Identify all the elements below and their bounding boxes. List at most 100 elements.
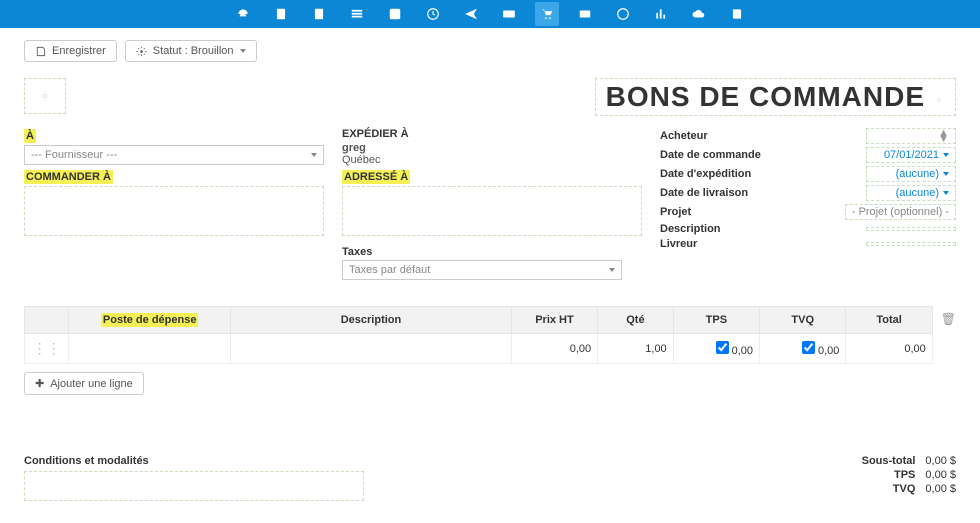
logo-placeholder[interactable] bbox=[24, 78, 66, 114]
conditions-box[interactable] bbox=[24, 471, 364, 501]
col-tvq: TVQ bbox=[760, 307, 846, 334]
meta-column: Acheteur ▲▼ Date de commande 07/01/2021 … bbox=[660, 128, 956, 284]
subtotal-label: Sous-total bbox=[862, 455, 916, 467]
project-label: Projet bbox=[660, 206, 839, 218]
tvq-checkbox[interactable] bbox=[802, 341, 815, 354]
top-navbar bbox=[0, 0, 980, 28]
cart-icon[interactable] bbox=[535, 2, 559, 26]
delete-row-button[interactable]: 🗑 bbox=[941, 312, 956, 326]
supplier-placeholder: --- Fournisseur --- bbox=[31, 149, 117, 161]
ship-to-label: EXPÉDIER À bbox=[342, 128, 642, 140]
taxes-label: Taxes bbox=[342, 246, 642, 258]
subtotal-value: 0,00 $ bbox=[925, 455, 956, 467]
drag-handle[interactable]: ⋮⋮ bbox=[25, 334, 69, 364]
expense-cell[interactable] bbox=[69, 334, 231, 364]
delivery-date-label: Date de livraison bbox=[660, 187, 860, 199]
col-qty: Qté bbox=[598, 307, 674, 334]
action-toolbar: Enregistrer Statut : Brouillon bbox=[24, 40, 956, 62]
document-title: BONS DE COMMANDE bbox=[595, 78, 956, 116]
ship-date-field[interactable]: (aucune) bbox=[866, 166, 956, 182]
chevron-down-icon bbox=[240, 49, 246, 53]
status-button[interactable]: Statut : Brouillon bbox=[125, 40, 257, 62]
gear-icon bbox=[136, 46, 147, 57]
gear-icon bbox=[38, 89, 52, 103]
ship-name: greg bbox=[342, 142, 642, 154]
tps-checkbox[interactable] bbox=[716, 341, 729, 354]
taxes-value: Taxes par défaut bbox=[349, 264, 430, 276]
buyer-label: Acheteur bbox=[660, 130, 860, 142]
conditions-section: Conditions et modalités bbox=[24, 455, 364, 501]
total-cell: 0,00 bbox=[846, 334, 932, 364]
description-field[interactable] bbox=[866, 227, 956, 231]
tvq-label: TVQ bbox=[893, 483, 916, 495]
tps-value: 0,00 $ bbox=[925, 469, 956, 481]
order-to-box[interactable] bbox=[24, 186, 324, 236]
save-label: Enregistrer bbox=[52, 45, 106, 57]
shipping-column: EXPÉDIER À greg Québec ADRESSÉ À Taxes T… bbox=[342, 128, 642, 284]
status-label: Statut : Brouillon bbox=[153, 45, 234, 57]
document-header: BONS DE COMMANDE bbox=[24, 78, 956, 116]
plus-icon: ✚ bbox=[35, 377, 44, 390]
supplier-column: À --- Fournisseur --- COMMANDER À bbox=[24, 128, 324, 284]
tvq-value: 0,00 $ bbox=[925, 483, 956, 495]
card-icon[interactable] bbox=[573, 2, 597, 26]
totals-section: Sous-total 0,00 $ TPS 0,00 $ TVQ 0,00 $ bbox=[862, 455, 956, 501]
add-line-label: Ajouter une ligne bbox=[50, 378, 133, 390]
list-icon[interactable] bbox=[345, 2, 369, 26]
qty-cell[interactable]: 1,00 bbox=[598, 334, 674, 364]
sort-icon: ▲▼ bbox=[938, 130, 949, 142]
check-icon[interactable] bbox=[383, 2, 407, 26]
description-label: Description bbox=[660, 223, 860, 235]
delivery-date-field[interactable]: (aucune) bbox=[866, 185, 956, 201]
col-expense: Poste de dépense bbox=[101, 313, 199, 327]
send-icon[interactable] bbox=[459, 2, 483, 26]
money-icon[interactable] bbox=[497, 2, 521, 26]
calculator-icon[interactable] bbox=[269, 2, 293, 26]
project-field[interactable]: - Projet (optionnel) - bbox=[845, 204, 956, 220]
ship-date-label: Date d'expédition bbox=[660, 168, 860, 180]
save-button[interactable]: Enregistrer bbox=[24, 40, 117, 62]
footer: Conditions et modalités Sous-total 0,00 $… bbox=[24, 455, 956, 501]
conditions-label: Conditions et modalités bbox=[24, 455, 364, 467]
add-line-button[interactable]: ✚ Ajouter une ligne bbox=[24, 372, 144, 395]
chevron-down-icon bbox=[943, 153, 949, 157]
title-settings-icon[interactable] bbox=[933, 81, 945, 113]
col-tps: TPS bbox=[673, 307, 759, 334]
chevron-down-icon bbox=[943, 191, 949, 195]
description-cell[interactable] bbox=[231, 334, 512, 364]
tps-label: TPS bbox=[894, 469, 915, 481]
clock-icon[interactable] bbox=[421, 2, 445, 26]
price-cell[interactable]: 0,00 bbox=[511, 334, 597, 364]
address-box[interactable] bbox=[342, 186, 642, 236]
info-columns: À --- Fournisseur --- COMMANDER À EXPÉDI… bbox=[24, 128, 956, 284]
page-content: Enregistrer Statut : Brouillon BONS DE C… bbox=[0, 28, 980, 513]
compass-icon[interactable] bbox=[611, 2, 635, 26]
tps-cell[interactable]: 0,00 bbox=[673, 334, 759, 364]
taxes-select[interactable]: Taxes par défaut bbox=[342, 260, 622, 280]
ship-city: Québec bbox=[342, 154, 642, 166]
buyer-field[interactable]: ▲▼ bbox=[866, 128, 956, 144]
order-date-field[interactable]: 07/01/2021 bbox=[866, 147, 956, 163]
chart-icon[interactable] bbox=[649, 2, 673, 26]
title-text: BONS DE COMMANDE bbox=[606, 81, 925, 113]
order-date-label: Date de commande bbox=[660, 149, 860, 161]
book-icon[interactable] bbox=[725, 2, 749, 26]
col-price: Prix HT bbox=[511, 307, 597, 334]
tvq-cell[interactable]: 0,00 bbox=[760, 334, 846, 364]
cloud-icon[interactable] bbox=[687, 2, 711, 26]
line-items-table: Poste de dépense Description Prix HT Qté… bbox=[24, 306, 933, 364]
to-label: À bbox=[24, 129, 36, 143]
col-total: Total bbox=[846, 307, 932, 334]
chevron-down-icon bbox=[943, 172, 949, 176]
courier-label: Livreur bbox=[660, 238, 860, 250]
courier-field[interactable] bbox=[866, 242, 956, 246]
order-to-label: COMMANDER À bbox=[24, 170, 113, 184]
dashboard-icon[interactable] bbox=[231, 2, 255, 26]
document-icon[interactable] bbox=[307, 2, 331, 26]
address-label: ADRESSÉ À bbox=[342, 170, 410, 184]
supplier-select[interactable]: --- Fournisseur --- bbox=[24, 145, 324, 165]
chevron-down-icon bbox=[311, 153, 317, 157]
chevron-down-icon bbox=[609, 268, 615, 272]
save-icon bbox=[35, 46, 46, 57]
col-description: Description bbox=[231, 307, 512, 334]
